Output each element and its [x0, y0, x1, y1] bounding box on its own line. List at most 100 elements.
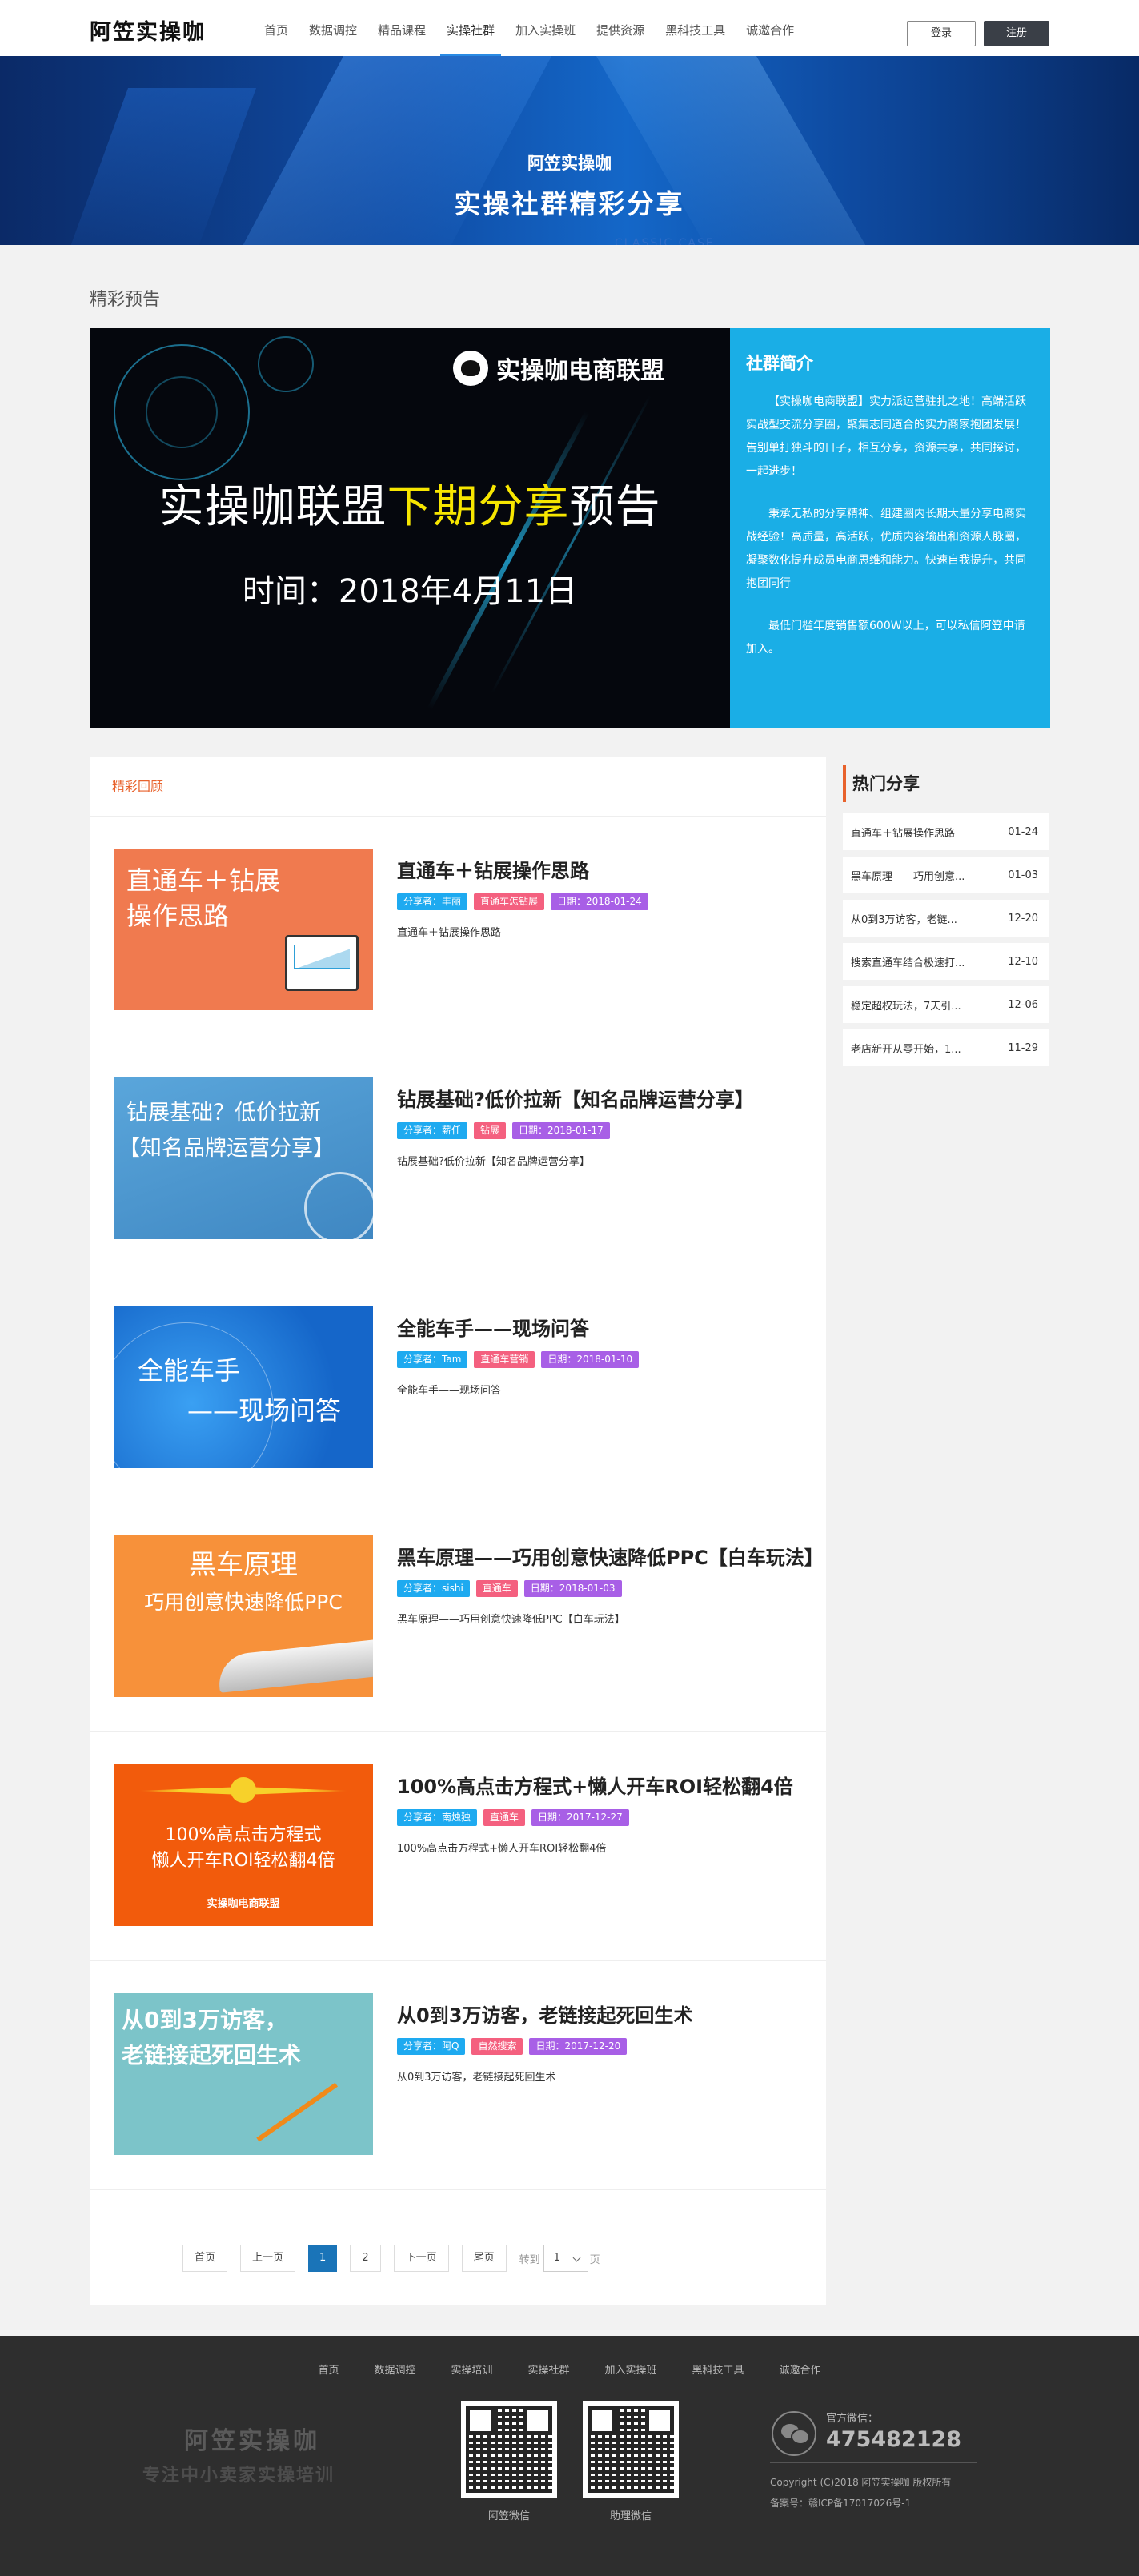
thumb-caption: 全能车手	[138, 1355, 241, 1386]
article-title[interactable]: 全能车手——现场问答	[397, 1313, 589, 1341]
laptop-chart-icon	[285, 935, 359, 991]
growth-arrow-icon	[256, 2082, 339, 2142]
article-thumbnail[interactable]: 100%高点击方程式 懒人开车ROI轻松翻4倍 实操咖电商联盟	[114, 1764, 373, 1926]
hero-banner: 阿笠实操咖 实操社群精彩分享 CLASSIC CASE	[0, 56, 1139, 245]
hot-title: 热门分享	[843, 765, 1049, 802]
article-item[interactable]: 黑车原理 巧用创意快速降低PPC 黑车原理——巧用创意快速降低PPC【白车玩法】…	[90, 1503, 826, 1732]
category-tag[interactable]: 自然搜索	[471, 2038, 523, 2055]
qr-code-icon	[461, 2401, 557, 2498]
page-2[interactable]: 2	[350, 2245, 381, 2272]
wechat-icon	[772, 2411, 816, 2456]
site-header: 阿笠实操咖 首页 数据调控 精品课程 实操社群 加入实操班 提供资源 黑科技工具…	[0, 0, 1139, 56]
article-thumbnail[interactable]: 钻展基础？低价拉新 【知名品牌运营分享】	[114, 1077, 373, 1239]
nav-join-class[interactable]: 加入实操班	[509, 0, 582, 56]
poster-ring	[146, 376, 218, 448]
article-item[interactable]: 直通车＋钻展 操作思路 直通车＋钻展操作思路 分享者：丰丽 直通车怎钻展 日期：…	[90, 817, 826, 1045]
nav-tools[interactable]: 黑科技工具	[659, 0, 732, 56]
article-title[interactable]: 从0到3万访客，老链接起死回生术	[397, 2000, 692, 2028]
footer-link-training[interactable]: 实操培训	[451, 2361, 492, 2377]
author-tag: 分享者：Tam	[397, 1351, 468, 1368]
article-item[interactable]: 100%高点击方程式 懒人开车ROI轻松翻4倍 实操咖电商联盟 100%高点击方…	[90, 1732, 826, 1961]
footer-link-cooperation[interactable]: 诚邀合作	[780, 2361, 821, 2377]
page-prev[interactable]: 上一页	[240, 2245, 296, 2272]
article-thumbnail[interactable]: 全能车手 ——现场问答	[114, 1306, 373, 1468]
article-title[interactable]: 直通车＋钻展操作思路	[397, 855, 589, 883]
date-tag: 日期：2018-01-10	[541, 1351, 640, 1368]
category-tag[interactable]: 直通车怎钻展	[474, 893, 545, 910]
hot-item-title: 老店新开从零开始，1...	[851, 1043, 961, 1056]
hot-item[interactable]: 黑车原理——巧用创意... 01-03	[843, 857, 1049, 893]
badge-icon	[231, 1777, 256, 1803]
hot-item[interactable]: 从0到3万访客，老链... 12-20	[843, 900, 1049, 937]
article-item[interactable]: 从0到3万访客， 老链接起死回生术 从0到3万访客，老链接起死回生术 分享者：阿…	[90, 1961, 826, 2190]
wechat-number: 475482128	[826, 2427, 962, 2452]
date-tag: 日期：2018-01-24	[551, 893, 648, 910]
article-tags: 分享者：Tam 直通车营销 日期：2018-01-10	[397, 1351, 645, 1368]
headline-highlight: 下期分享	[387, 481, 570, 533]
article-title[interactable]: 黑车原理——巧用创意快速降低PPC【白车玩法】	[397, 1542, 824, 1570]
hot-item-title: 稳定超权玩法，7天引...	[851, 1000, 961, 1013]
nav-data-control[interactable]: 数据调控	[303, 0, 363, 56]
footer-link-data[interactable]: 数据调控	[374, 2361, 415, 2377]
date-tag: 日期：2018-01-17	[512, 1122, 610, 1139]
thumb-caption: 老链接起死回生术	[122, 2042, 302, 2068]
register-button[interactable]: 注册	[984, 21, 1049, 46]
author-tag: 分享者：丰丽	[397, 893, 468, 910]
article-desc: 钻展基础?低价拉新【知名品牌运营分享】	[397, 1156, 590, 1168]
page-next[interactable]: 下一页	[393, 2245, 449, 2272]
nav-community[interactable]: 实操社群	[440, 0, 502, 56]
review-panel: 精彩回顾 直通车＋钻展 操作思路 直通车＋钻展操作思路 分享者：丰丽 直通车怎钻…	[90, 757, 826, 2305]
login-button[interactable]: 登录	[907, 21, 976, 46]
intro-paragraph: 【实操咖电商联盟】实力派运营驻扎之地！高端活跃实战型交流分享圈，聚集志同道合的实…	[746, 395, 1026, 478]
category-tag[interactable]: 直通车	[483, 1809, 526, 1826]
author-tag: 分享者：薪任	[397, 1122, 468, 1139]
category-tag[interactable]: 钻展	[474, 1122, 507, 1139]
author-tag: 分享者：南烛独	[397, 1809, 478, 1826]
hot-item[interactable]: 搜索直通车结合极速打... 12-10	[843, 943, 1049, 980]
article-title[interactable]: 100%高点击方程式+懒人开车ROI轻松翻4倍	[397, 1771, 793, 1799]
hot-item-date: 01-03	[1008, 869, 1038, 881]
article-thumbnail[interactable]: 从0到3万访客， 老链接起死回生术	[114, 1993, 373, 2155]
page-current[interactable]: 1	[308, 2245, 338, 2272]
page-select[interactable]: 1	[543, 2245, 588, 2272]
nav-courses[interactable]: 精品课程	[371, 0, 432, 56]
thumb-caption: 黑车原理	[189, 1549, 298, 1581]
preview-poster[interactable]: 实操咖电商联盟 实操咖联盟下期分享预告 时间：2018年4月11日	[90, 328, 730, 728]
qr-caption: 阿笠微信	[487, 2510, 530, 2522]
category-tag[interactable]: 直通车营销	[474, 1351, 535, 1368]
hot-item[interactable]: 直通车＋钻展操作思路 01-24	[843, 813, 1049, 850]
article-title[interactable]: 钻展基础?低价拉新【知名品牌运营分享】	[397, 1084, 754, 1112]
pagination: 首页 上一页 1 2 下一页 尾页 转到 1 页	[182, 2245, 600, 2272]
hot-item-title: 直通车＋钻展操作思路	[851, 827, 956, 840]
page-last[interactable]: 尾页	[461, 2245, 507, 2272]
hot-item-date: 12-10	[1008, 955, 1038, 968]
nav-home[interactable]: 首页	[258, 0, 295, 56]
category-tag[interactable]: 直通车	[475, 1580, 518, 1597]
article-thumbnail[interactable]: 黑车原理 巧用创意快速降低PPC	[114, 1535, 373, 1697]
thumb-caption: 钻展基础？低价拉新	[126, 1101, 321, 1125]
footer-link-home[interactable]: 首页	[318, 2361, 339, 2377]
article-tags: 分享者：阿Q 自然搜索 日期：2017-12-20	[397, 2038, 633, 2055]
date-tag: 日期：2018-01-03	[523, 1580, 622, 1597]
article-item[interactable]: 全能车手 ——现场问答 全能车手——现场问答 分享者：Tam 直通车营销 日期：…	[90, 1274, 826, 1503]
poster-ring	[258, 336, 314, 392]
clock-icon	[304, 1172, 373, 1239]
article-thumbnail[interactable]: 直通车＋钻展 操作思路	[114, 849, 373, 1010]
footer-link-tools[interactable]: 黑科技工具	[692, 2361, 744, 2377]
site-logo[interactable]: 阿笠实操咖	[90, 14, 206, 46]
hot-item[interactable]: 老店新开从零开始，1... 11-29	[843, 1029, 1049, 1066]
page-first[interactable]: 首页	[182, 2245, 228, 2272]
article-item[interactable]: 钻展基础？低价拉新 【知名品牌运营分享】 钻展基础?低价拉新【知名品牌运营分享】…	[90, 1045, 826, 1274]
hot-item[interactable]: 稳定超权玩法，7天引... 12-06	[843, 986, 1049, 1023]
nav-resources[interactable]: 提供资源	[590, 0, 651, 56]
footer-logo: 阿笠实操咖	[184, 2427, 320, 2455]
footer-link-community[interactable]: 实操社群	[527, 2361, 569, 2377]
hot-item-date: 11-29	[1008, 1041, 1038, 1054]
icp-record: 备案号：赣ICP备17017026号-1	[770, 2498, 912, 2509]
footer-link-join[interactable]: 加入实操班	[605, 2361, 657, 2377]
review-title: 精彩回顾	[90, 757, 826, 817]
banner-subtitle: 阿笠实操咖	[527, 154, 612, 173]
article-desc: 100%高点击方程式+懒人开车ROI轻松翻4倍	[397, 1843, 607, 1855]
brand-mask-icon	[453, 351, 488, 386]
nav-cooperation[interactable]: 诚邀合作	[740, 0, 800, 56]
